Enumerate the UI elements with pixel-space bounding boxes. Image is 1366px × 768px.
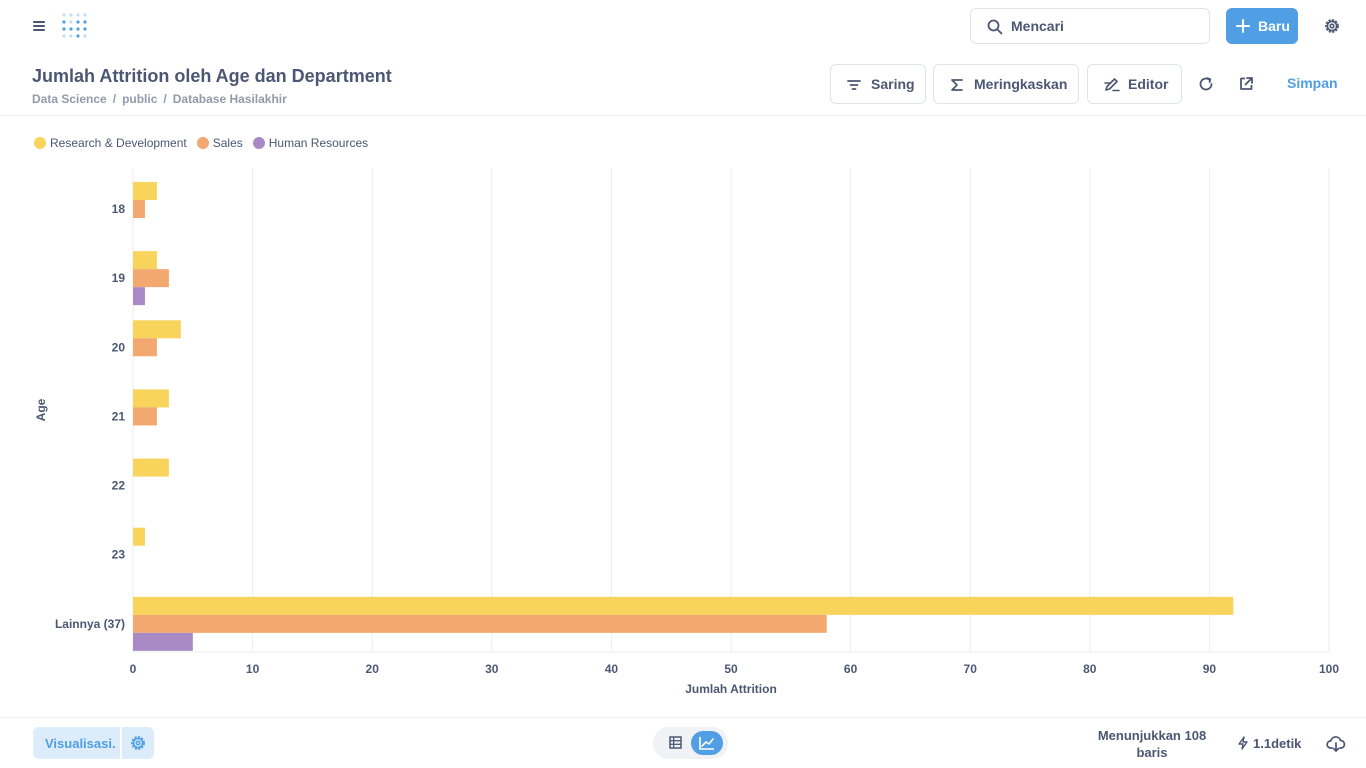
- x-tick-label: 100: [1319, 662, 1339, 676]
- query-timing-value: 1.1detik: [1253, 736, 1302, 751]
- gear-icon[interactable]: [1322, 16, 1342, 36]
- line-chart-icon: [699, 737, 714, 750]
- search-input[interactable]: Mencari: [970, 8, 1210, 44]
- filter-button[interactable]: Saring: [830, 64, 926, 104]
- sigma-icon: [951, 79, 963, 91]
- search-icon: [987, 19, 1003, 35]
- search-placeholder: Mencari: [1011, 18, 1064, 34]
- editor-button-label: Editor: [1128, 76, 1169, 92]
- bar[interactable]: [133, 320, 181, 339]
- save-button[interactable]: Simpan: [1287, 75, 1338, 91]
- x-tick-label: 80: [1083, 662, 1097, 676]
- legend-dot: [252, 137, 265, 149]
- filter-button-label: Saring: [871, 76, 915, 92]
- page-title[interactable]: Jumlah Attrition oleh Age dan Department: [32, 66, 392, 87]
- new-button[interactable]: Baru: [1226, 8, 1298, 44]
- bar[interactable]: [133, 632, 193, 651]
- bar[interactable]: [133, 182, 157, 200]
- y-tick-label: 22: [112, 479, 126, 493]
- query-timing: 1.1detik: [1237, 736, 1301, 751]
- legend-label: Sales: [212, 136, 243, 150]
- legend-dot: [196, 137, 209, 149]
- visualization-button-label: Visualisasi.: [45, 736, 116, 751]
- bar[interactable]: [133, 389, 169, 408]
- row-count: Menunjukkan 108 baris: [1097, 728, 1207, 760]
- summarize-button[interactable]: Meringkaskan: [933, 64, 1079, 104]
- bar[interactable]: [133, 251, 157, 270]
- filter-icon: [847, 80, 861, 90]
- metabase-logo-icon[interactable]: [60, 11, 90, 41]
- editor-button[interactable]: Editor: [1087, 64, 1182, 104]
- bar[interactable]: [133, 614, 827, 633]
- x-tick-label: 20: [366, 662, 380, 676]
- legend-item-human-resources[interactable]: Human Resources: [252, 136, 369, 150]
- y-tick-label: 23: [112, 548, 126, 562]
- x-axis-title: Jumlah Attrition: [685, 682, 777, 696]
- y-tick-label: 20: [112, 340, 126, 354]
- header-divider: [0, 115, 1366, 116]
- bar[interactable]: [133, 269, 169, 288]
- x-tick-label: 60: [844, 662, 858, 676]
- top-navigation-bar: Mencari Baru: [0, 0, 1366, 52]
- x-tick-label: 10: [246, 662, 260, 676]
- chart-legend: Research & Development Sales Human Resourc…: [34, 134, 378, 150]
- notebook-pencil-icon: [1104, 78, 1120, 92]
- bar[interactable]: [133, 407, 157, 426]
- external-link-icon[interactable]: [1237, 75, 1255, 93]
- x-tick-label: 70: [964, 662, 978, 676]
- bar[interactable]: [133, 287, 145, 306]
- view-toggle: [653, 727, 728, 759]
- breadcrumb: Data Science / public / Database Hasilakhir: [32, 92, 287, 106]
- breadcrumb-item-database[interactable]: Database Hasilakhir: [173, 92, 287, 106]
- y-tick-label: 19: [112, 271, 126, 285]
- y-axis-title: Age: [34, 398, 48, 421]
- legend-label: Research & Development: [50, 136, 187, 150]
- footer-divider: [0, 717, 1366, 718]
- bar-chart: 0 10 20 30 40 50 60 70 80 90 100 18 19 20 21 22 23 Lainny…: [34, 168, 1339, 696]
- hamburger-menu-icon[interactable]: [30, 17, 48, 35]
- y-tick-label: Lainnya (37): [55, 617, 125, 631]
- refresh-icon[interactable]: [1197, 75, 1215, 93]
- breadcrumb-item-schema[interactable]: public: [122, 92, 157, 106]
- new-button-label: Baru: [1258, 18, 1290, 34]
- bar[interactable]: [133, 200, 145, 218]
- y-tick-label: 21: [112, 409, 126, 423]
- bar[interactable]: [133, 458, 169, 477]
- x-tick-label: 50: [724, 662, 738, 676]
- visualization-settings-button[interactable]: [122, 727, 154, 759]
- legend-dot: [34, 137, 46, 149]
- table-icon: [669, 736, 682, 749]
- plus-icon: [1236, 19, 1250, 33]
- lightning-icon: [1238, 736, 1248, 750]
- legend-item-sales[interactable]: Sales: [196, 136, 243, 150]
- download-icon[interactable]: [1326, 734, 1346, 754]
- chart-view-button[interactable]: [691, 731, 723, 755]
- summarize-button-label: Meringkaskan: [974, 76, 1068, 92]
- x-tick-label: 30: [485, 662, 499, 676]
- legend-item-research-development[interactable]: Research & Development: [34, 136, 187, 150]
- bar[interactable]: [133, 338, 157, 357]
- visualization-button[interactable]: Visualisasi.: [33, 727, 120, 759]
- y-tick-label: 18: [112, 202, 126, 216]
- bar[interactable]: [133, 527, 145, 546]
- breadcrumb-item-collection[interactable]: Data Science: [32, 92, 107, 106]
- x-tick-label: 40: [605, 662, 619, 676]
- legend-label: Human Resources: [268, 136, 369, 150]
- bar[interactable]: [133, 596, 1234, 615]
- x-tick-label: 0: [130, 662, 137, 676]
- gear-icon: [131, 736, 145, 750]
- x-tick-label: 90: [1203, 662, 1217, 676]
- table-view-button[interactable]: [661, 731, 689, 755]
